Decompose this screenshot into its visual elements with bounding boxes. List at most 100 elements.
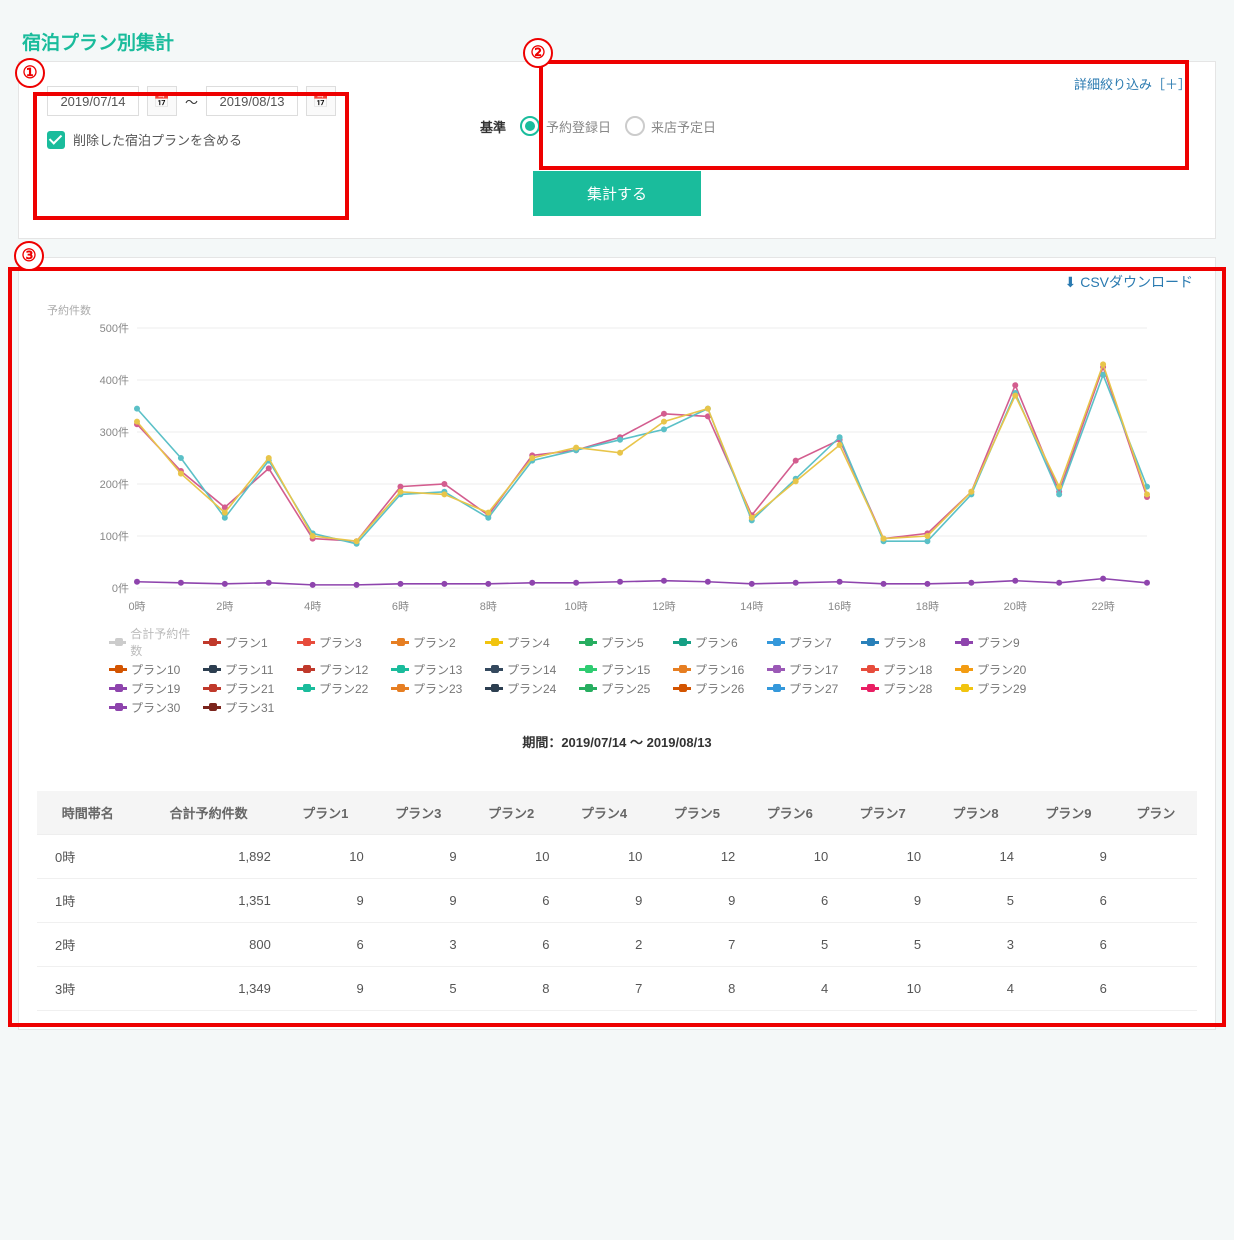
legend-item[interactable]: プラン29 <box>955 680 1045 697</box>
svg-text:400件: 400件 <box>100 374 129 387</box>
legend-item[interactable]: プラン23 <box>391 680 481 697</box>
legend-label: プラン21 <box>225 680 274 697</box>
legend-item[interactable]: プラン24 <box>485 680 575 697</box>
legend-label: プラン31 <box>225 699 274 716</box>
legend-swatch <box>203 668 221 671</box>
table-header: プラン5 <box>650 791 743 835</box>
table-header: プラン9 <box>1022 791 1115 835</box>
legend-item[interactable]: プラン4 <box>485 625 575 659</box>
table-cell: 9 <box>372 879 465 923</box>
legend-swatch <box>297 687 315 690</box>
legend-swatch <box>767 687 785 690</box>
date-range: 📅 〜 📅 <box>47 86 336 116</box>
legend-item[interactable]: プラン2 <box>391 625 481 659</box>
legend-swatch <box>673 641 691 644</box>
legend-item[interactable]: プラン1 <box>203 625 293 659</box>
legend-label: プラン30 <box>131 699 180 716</box>
legend-label: プラン3 <box>319 634 362 651</box>
svg-text:100件: 100件 <box>100 530 129 543</box>
legend-item[interactable]: プラン20 <box>955 661 1045 678</box>
table-cell: 14 <box>929 835 1022 879</box>
legend-item[interactable]: プラン30 <box>109 699 199 716</box>
legend-item[interactable]: プラン31 <box>203 699 293 716</box>
legend-item[interactable]: プラン25 <box>579 680 669 697</box>
legend-item[interactable]: プラン17 <box>767 661 857 678</box>
marker-1: ① <box>15 58 45 88</box>
svg-text:4時: 4時 <box>304 600 321 613</box>
legend-swatch <box>391 668 409 671</box>
criteria-row: 基準 予約登録日 来店予定日 <box>480 116 1183 136</box>
result-panel: ⬇ CSVダウンロード 予約件数 0件100件200件300件400件500件0… <box>18 257 1216 1030</box>
legend-label: プラン27 <box>789 680 838 697</box>
legend-item[interactable]: プラン26 <box>673 680 763 697</box>
legend-item[interactable]: プラン22 <box>297 680 387 697</box>
legend-swatch <box>485 641 503 644</box>
legend-swatch <box>579 641 597 644</box>
legend-label: プラン28 <box>883 680 932 697</box>
legend-label: プラン4 <box>507 634 550 651</box>
legend-swatch <box>861 641 879 644</box>
table-cell: 800 <box>139 923 279 967</box>
svg-text:14時: 14時 <box>740 600 763 613</box>
legend-swatch <box>861 668 879 671</box>
table-cell: 1,349 <box>139 967 279 1011</box>
table-cell: 10 <box>465 835 558 879</box>
date-to-input[interactable] <box>206 86 298 116</box>
legend-swatch <box>109 641 126 644</box>
legend-item[interactable]: プラン13 <box>391 661 481 678</box>
legend-item[interactable]: プラン7 <box>767 625 857 659</box>
date-from-input[interactable] <box>47 86 139 116</box>
aggregate-button[interactable]: 集計する <box>533 171 701 216</box>
legend-label: プラン26 <box>695 680 744 697</box>
table-cell: 9 <box>558 879 651 923</box>
legend-label: プラン18 <box>883 661 932 678</box>
legend-swatch <box>861 687 879 690</box>
legend-item[interactable]: プラン18 <box>861 661 951 678</box>
table-cell: 6 <box>743 879 836 923</box>
legend-swatch <box>955 668 973 671</box>
download-icon: ⬇ <box>1064 274 1076 291</box>
legend-item[interactable]: プラン8 <box>861 625 951 659</box>
legend-item[interactable]: プラン5 <box>579 625 669 659</box>
table-cell: 9 <box>279 879 372 923</box>
legend-item[interactable]: プラン16 <box>673 661 763 678</box>
legend-item[interactable]: プラン11 <box>203 661 293 678</box>
legend-item[interactable]: プラン9 <box>955 625 1045 659</box>
svg-text:0件: 0件 <box>112 582 129 595</box>
legend-label: プラン8 <box>883 634 926 651</box>
marker-3: ③ <box>14 241 44 271</box>
radio-icon <box>625 116 645 136</box>
table-cell: 6 <box>465 879 558 923</box>
legend-item[interactable]: プラン6 <box>673 625 763 659</box>
table-cell: 3 <box>929 923 1022 967</box>
table-cell <box>1115 967 1197 1011</box>
legend-item[interactable]: プラン10 <box>109 661 199 678</box>
line-chart-svg: 0件100件200件300件400件500件0時2時4時6時8時10時12時14… <box>37 318 1197 618</box>
legend-item[interactable]: プラン15 <box>579 661 669 678</box>
table-cell: 8 <box>465 967 558 1011</box>
legend-item[interactable]: プラン14 <box>485 661 575 678</box>
table-header: プラン4 <box>558 791 651 835</box>
legend-item[interactable]: プラン3 <box>297 625 387 659</box>
radio-registration-date[interactable]: 予約登録日 <box>520 116 611 136</box>
legend-item[interactable]: プラン19 <box>109 680 199 697</box>
advanced-filter-link[interactable]: 詳細絞り込み［＋］ <box>1074 74 1191 93</box>
table-cell: 10 <box>558 835 651 879</box>
csv-download-link[interactable]: ⬇ CSVダウンロード <box>1064 272 1193 292</box>
svg-text:6時: 6時 <box>392 600 409 613</box>
table-cell: 5 <box>743 923 836 967</box>
legend-label: プラン16 <box>695 661 744 678</box>
include-deleted-checkbox[interactable]: 削除した宿泊プランを含める <box>47 130 336 149</box>
legend-item[interactable]: プラン27 <box>767 680 857 697</box>
legend-item[interactable]: プラン21 <box>203 680 293 697</box>
radio-visit-date[interactable]: 来店予定日 <box>625 116 716 136</box>
table-cell: 2 <box>558 923 651 967</box>
calendar-icon[interactable]: 📅 <box>147 86 177 116</box>
svg-text:10時: 10時 <box>565 600 588 613</box>
legend-item[interactable]: 合計予約件数 <box>109 625 199 659</box>
legend-item[interactable]: プラン28 <box>861 680 951 697</box>
calendar-icon[interactable]: 📅 <box>306 86 336 116</box>
legend-swatch <box>485 687 503 690</box>
legend-item[interactable]: プラン12 <box>297 661 387 678</box>
table-header: 時間帯名 <box>37 791 139 835</box>
